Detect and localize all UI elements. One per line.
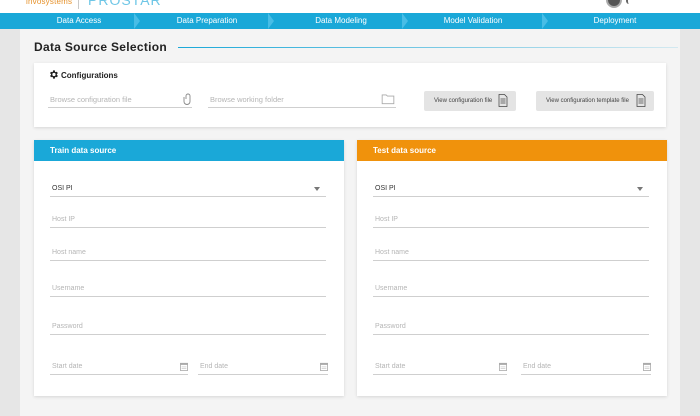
browse-working-folder-field[interactable]: Browse working folder: [208, 92, 396, 108]
browse-folder-placeholder: Browse working folder: [210, 95, 284, 104]
train-host-name-input[interactable]: Host name: [50, 245, 326, 261]
page-title: Data Source Selection: [34, 40, 168, 54]
caret-down-icon: [314, 187, 320, 191]
test-host-name-placeholder: Host name: [375, 249, 409, 256]
test-source-type-select[interactable]: OSI PI: [373, 181, 649, 197]
test-password-placeholder: Password: [375, 323, 406, 330]
document-icon: [636, 94, 646, 107]
view-config-label: View configuration file: [434, 98, 493, 104]
calendar-icon[interactable]: [180, 362, 188, 371]
chevron-right-icon: [402, 13, 408, 29]
test-username-placeholder: Username: [375, 285, 408, 292]
train-host-ip-input[interactable]: Host IP: [50, 212, 326, 228]
step-data-access[interactable]: Data Access: [26, 13, 132, 29]
calendar-icon[interactable]: [499, 362, 507, 371]
train-start-date-placeholder: Start date: [52, 363, 83, 370]
train-source-type-value: OSI PI: [52, 185, 73, 192]
train-end-date-placeholder: End date: [200, 363, 229, 370]
gear-icon: [50, 70, 58, 79]
train-username-input[interactable]: Username: [50, 281, 326, 297]
train-header: Train data source: [34, 140, 344, 161]
calendar-icon[interactable]: [643, 362, 651, 371]
test-header: Test data source: [357, 140, 667, 161]
test-host-name-input[interactable]: Host name: [373, 245, 649, 261]
step-data-modeling[interactable]: Data Modeling: [286, 13, 396, 29]
user-menu-icon[interactable]: [626, 0, 632, 4]
train-username-placeholder: Username: [52, 285, 85, 292]
logo-divider: [78, 0, 79, 9]
caret-down-icon: [637, 187, 643, 191]
browse-config-placeholder: Browse configuration file: [50, 95, 132, 104]
train-host-ip-placeholder: Host IP: [52, 216, 75, 223]
test-host-ip-input[interactable]: Host IP: [373, 212, 649, 228]
train-source-type-select[interactable]: OSI PI: [50, 181, 326, 197]
folder-icon[interactable]: [381, 93, 395, 105]
document-icon: [498, 94, 508, 107]
train-start-date-input[interactable]: Start date: [50, 359, 188, 375]
main-content: Data Source Selection Configurations Bro…: [20, 29, 680, 416]
view-configuration-template-button[interactable]: View configuration template file: [536, 91, 654, 111]
test-username-input[interactable]: Username: [373, 281, 649, 297]
chevron-right-icon: [268, 13, 274, 29]
test-host-ip-placeholder: Host IP: [375, 216, 398, 223]
train-end-date-input[interactable]: End date: [198, 359, 328, 375]
chevron-right-icon: [134, 13, 140, 29]
step-data-preparation[interactable]: Data Preparation: [150, 13, 264, 29]
test-end-date-placeholder: End date: [523, 363, 552, 370]
test-start-date-placeholder: Start date: [375, 363, 406, 370]
configurations-label: Configurations: [61, 71, 118, 80]
calendar-icon[interactable]: [320, 362, 328, 371]
test-password-input[interactable]: Password: [373, 319, 649, 335]
step-deployment[interactable]: Deployment: [562, 13, 668, 29]
paperclip-icon[interactable]: [182, 93, 194, 105]
app-header: invosystems PROSTAR: [0, 0, 700, 13]
workflow-steps: Data Access Data Preparation Data Modeli…: [0, 13, 700, 29]
train-password-placeholder: Password: [52, 323, 83, 330]
title-divider: [178, 47, 678, 48]
chevron-right-icon: [542, 13, 548, 29]
test-source-type-value: OSI PI: [375, 185, 396, 192]
test-start-date-input[interactable]: Start date: [373, 359, 507, 375]
train-data-source-card: Train data source OSI PI Host IP Host na…: [34, 140, 344, 396]
test-data-source-card: Test data source OSI PI Host IP Host nam…: [357, 140, 667, 396]
train-host-name-placeholder: Host name: [52, 249, 86, 256]
user-avatar[interactable]: [606, 0, 622, 8]
view-template-label: View configuration template file: [546, 98, 629, 104]
product-logo: PROSTAR: [88, 0, 162, 8]
configurations-heading: Configurations: [48, 69, 118, 80]
train-password-input[interactable]: Password: [50, 319, 326, 335]
company-logo: invosystems: [26, 0, 73, 6]
test-end-date-input[interactable]: End date: [521, 359, 651, 375]
view-configuration-file-button[interactable]: View configuration file: [424, 91, 516, 111]
browse-config-file-field[interactable]: Browse configuration file: [48, 92, 192, 108]
step-model-validation[interactable]: Model Validation: [420, 13, 526, 29]
